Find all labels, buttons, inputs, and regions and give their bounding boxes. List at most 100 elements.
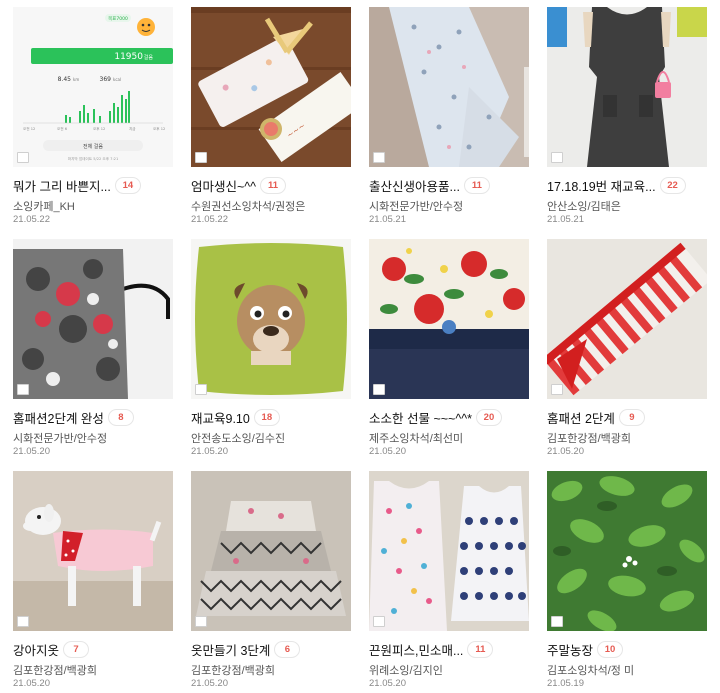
post-card[interactable]: 옷만들기 3단계 6 김포한강점/백광희 21.05.20 xyxy=(191,471,351,690)
post-date: 21.05.20 xyxy=(191,678,228,689)
post-thumbnail[interactable] xyxy=(369,471,529,631)
time-label: 오후 12 xyxy=(93,126,105,131)
image-badge-icon xyxy=(373,384,385,395)
post-title[interactable]: 재교육9.10 xyxy=(191,408,250,427)
post-author[interactable]: 안산소잉/김태은 xyxy=(547,198,707,213)
post-card[interactable]: 홈패션2단계 완성 8 시화전문가반/안수정 21.05.20 xyxy=(13,239,173,458)
baby-cloth-image xyxy=(369,7,529,167)
post-author[interactable]: 시화전문가반/안수정 xyxy=(369,198,529,213)
post-author[interactable]: 안전송도소잉/김수진 xyxy=(191,430,351,445)
post-author[interactable]: 김포한강점/백광희 xyxy=(191,662,351,677)
post-author[interactable]: 김포소잉차석/정 미 xyxy=(547,662,707,677)
post-title[interactable]: 홈패션 2단계 xyxy=(547,408,615,427)
all-steps-button-label: 전체 걸음 xyxy=(83,143,103,150)
image-badge-icon xyxy=(195,152,207,163)
post-card[interactable]: 소소한 선물 ~~~^^* 20 제주소잉차석/최선미 21.05.20 xyxy=(369,239,529,458)
post-card[interactable]: 끈원피스,민소매... 11 위례소잉/김지인 21.05.20 xyxy=(369,471,529,690)
post-date: 21.05.20 xyxy=(13,678,50,689)
floral-pouch-image xyxy=(369,239,529,399)
post-title[interactable]: 뭐가 그리 바쁜지... xyxy=(13,176,111,195)
steps-goal-label: 목표7000 xyxy=(108,16,128,22)
pug-cushion-image xyxy=(191,239,351,399)
comment-count[interactable]: 8 xyxy=(107,408,134,426)
comment-count[interactable]: 7 xyxy=(63,640,90,658)
post-author[interactable]: 수원권선소잉차석/권정은 xyxy=(191,198,351,213)
post-title[interactable]: 옷만들기 3단계 xyxy=(191,640,270,659)
comment-count[interactable]: 18 xyxy=(253,408,280,426)
time-label: 오전 6 xyxy=(57,126,68,131)
post-card[interactable]: 출산신생아용품... 11 시화전문가반/안수정 21.05.21 xyxy=(369,7,529,226)
post-title[interactable]: 강아지옷 xyxy=(13,640,59,659)
post-thumbnail[interactable] xyxy=(369,7,529,167)
comment-count[interactable]: 9 xyxy=(618,408,645,426)
post-date: 21.05.19 xyxy=(547,678,584,689)
post-thumbnail[interactable] xyxy=(547,471,707,631)
post-title[interactable]: 17.18.19번 재교육... xyxy=(547,176,656,195)
comment-count[interactable]: 20 xyxy=(475,408,502,426)
post-thumbnail[interactable] xyxy=(13,239,173,399)
post-title[interactable]: 홈패션2단계 완성 xyxy=(13,408,104,427)
post-title[interactable]: 끈원피스,민소매... xyxy=(369,640,463,659)
distance-unit: km xyxy=(73,77,79,82)
time-label: 오후 12 xyxy=(153,126,165,131)
post-card[interactable]: 17.18.19번 재교육... 22 안산소잉/김태은 21.05.21 xyxy=(547,7,707,226)
post-date: 21.05.20 xyxy=(547,446,584,457)
comment-count[interactable]: 10 xyxy=(597,640,624,658)
post-author[interactable]: 위례소잉/김지인 xyxy=(369,662,529,677)
gift-pouch-image: ~~~ xyxy=(191,7,351,167)
post-thumbnail[interactable] xyxy=(547,239,707,399)
post-author[interactable]: 소잉카페_KH xyxy=(13,198,173,213)
time-label: 지금 xyxy=(129,126,136,131)
calories-value: 369 xyxy=(100,76,112,83)
comment-count[interactable]: 11 xyxy=(467,640,494,658)
image-badge-icon xyxy=(17,384,29,395)
post-thumbnail[interactable] xyxy=(191,239,351,399)
post-card[interactable]: 재교육9.10 18 안전송도소잉/김수진 21.05.20 xyxy=(191,239,351,458)
image-badge-icon xyxy=(551,616,563,627)
post-card[interactable]: 홈패션 2단계 9 김포한강점/백광희 21.05.20 xyxy=(547,239,707,458)
post-author[interactable]: 제주소잉차석/최선미 xyxy=(369,430,529,445)
distance-value: 8.45 xyxy=(58,76,72,83)
post-card[interactable]: ~~~ 엄마생신~^^ 11 수원권선소잉차석/권정은 21.05.22 xyxy=(191,7,351,226)
image-badge-icon xyxy=(17,616,29,627)
comment-count[interactable]: 6 xyxy=(274,640,301,658)
post-thumbnail[interactable]: ~~~ xyxy=(191,7,351,167)
gray-dress-image xyxy=(547,7,707,167)
image-badge-icon xyxy=(551,384,563,395)
post-thumbnail[interactable] xyxy=(191,471,351,631)
post-card[interactable]: 강아지옷 7 김포한강점/백광희 21.05.20 xyxy=(13,471,173,690)
post-author[interactable]: 시화전문가반/안수정 xyxy=(13,430,173,445)
post-date: 21.05.20 xyxy=(13,446,50,457)
post-title[interactable]: 엄마생신~^^ xyxy=(191,176,256,195)
post-thumbnail[interactable] xyxy=(369,239,529,399)
comment-count[interactable]: 22 xyxy=(659,176,686,194)
post-thumbnail[interactable] xyxy=(13,471,173,631)
post-date: 21.05.22 xyxy=(13,214,50,225)
image-badge-icon xyxy=(373,616,385,627)
post-card[interactable]: 목표7000 11950 걸음 8.45 km 369 kcal 오전 12 오… xyxy=(13,7,173,226)
comment-count[interactable]: 11 xyxy=(463,176,490,194)
tiered-skirt-image xyxy=(191,471,351,631)
post-title[interactable]: 출산신생아용품... xyxy=(369,176,460,195)
post-date: 21.05.20 xyxy=(369,446,406,457)
image-badge-icon xyxy=(195,616,207,627)
image-badge-icon xyxy=(17,152,29,163)
image-badge-icon xyxy=(195,384,207,395)
comment-count[interactable]: 14 xyxy=(114,176,141,194)
post-author[interactable]: 김포한강점/백광희 xyxy=(547,430,707,445)
post-title[interactable]: 소소한 선물 ~~~^^* xyxy=(369,408,472,427)
image-badge-icon xyxy=(551,152,563,163)
post-card[interactable]: 주말농장 10 김포소잉차석/정 미 21.05.19 xyxy=(547,471,707,690)
post-title[interactable]: 주말농장 xyxy=(547,640,593,659)
dog-clothes-image xyxy=(13,471,173,631)
post-thumbnail[interactable]: 목표7000 11950 걸음 8.45 km 369 kcal 오전 12 오… xyxy=(13,7,173,167)
tote-bag-image xyxy=(13,239,173,399)
post-grid: 목표7000 11950 걸음 8.45 km 369 kcal 오전 12 오… xyxy=(0,0,720,693)
stripe-runner-image xyxy=(547,239,707,399)
kids-dresses-image xyxy=(369,471,529,631)
steps-screenshot-image: 목표7000 11950 걸음 8.45 km 369 kcal 오전 12 오… xyxy=(13,7,173,167)
comment-count[interactable]: 11 xyxy=(260,176,287,194)
green-plants-image xyxy=(547,471,707,631)
post-author[interactable]: 김포한강점/백광희 xyxy=(13,662,173,677)
post-thumbnail[interactable] xyxy=(547,7,707,167)
